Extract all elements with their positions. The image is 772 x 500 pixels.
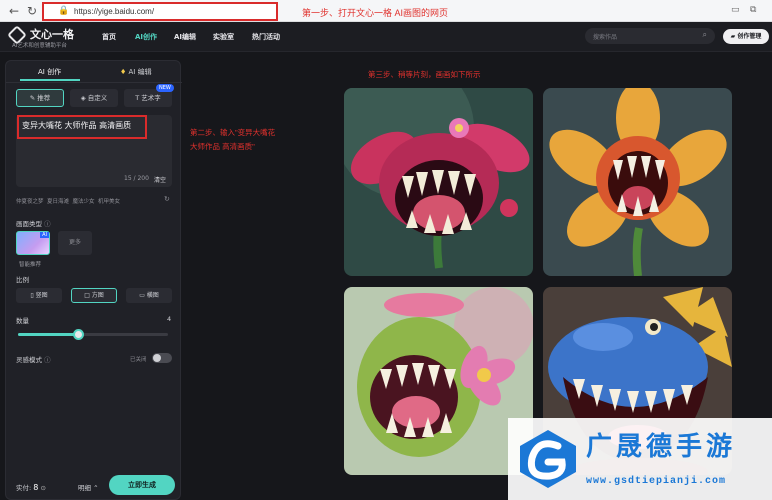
watermark-logo-icon <box>520 430 576 488</box>
chip[interactable]: 仲夏夜之梦 <box>16 199 44 205</box>
generated-image-3[interactable] <box>344 287 533 475</box>
ratio-landscape-button[interactable]: ▭ 横图 <box>126 288 172 303</box>
ratio-label: 比例 <box>16 276 29 284</box>
search-placeholder: 搜索作品 <box>593 34 618 41</box>
search-input[interactable]: 搜索作品 ⌕ <box>585 28 715 44</box>
site-watermark: 广晟德手游 www.gsdtiepianji.com <box>508 418 772 500</box>
monster-flower-yellow-illustration <box>543 88 732 276</box>
manage-button[interactable]: ▰ 创作管理 <box>723 29 769 44</box>
app-header: 文心一格 AI艺术和创意辅助平台 首页 AI创作 AI编辑 实验室 热门活动 搜… <box>0 22 772 52</box>
clear-button[interactable]: 清空 <box>154 175 166 184</box>
ratio-square-button[interactable]: □ 方图 <box>71 288 117 303</box>
style-selected-label: 智能推荐 <box>19 262 42 268</box>
quantity-value: 4 <box>167 315 172 323</box>
browser-toolbar: ← ↻ 🔒 https://yige.baidu.com/ 第一步、打开文心一格… <box>0 0 772 22</box>
chip[interactable]: 魔法少女 <box>73 199 95 205</box>
logo-name: 文心一格 <box>30 28 74 41</box>
landscape-icon: ▭ <box>139 292 147 299</box>
ratio-square-label: 方图 <box>91 292 104 299</box>
ratio-landscape-label: 横图 <box>146 292 159 299</box>
generate-button[interactable]: 立即生成 <box>109 475 175 495</box>
prompt-text: 变异大嘴花 大师作品 高清画质 <box>22 121 132 130</box>
mode-recommend-label: 推荐 <box>37 94 51 102</box>
annotation-step1: 第一步、打开文心一格 AI画图的网页 <box>302 8 449 18</box>
nav-home[interactable]: 首页 <box>102 32 116 42</box>
active-tab-indicator <box>20 79 80 81</box>
tab-ai-edit-label: AI 编辑 <box>128 68 152 76</box>
generated-image-1[interactable] <box>344 88 533 276</box>
new-badge: NEW <box>156 84 174 92</box>
chip[interactable]: 机甲美女 <box>98 199 120 205</box>
tab-ai-create[interactable]: AI 创作 <box>38 67 61 77</box>
inspiration-toggle[interactable] <box>152 353 172 363</box>
ratio-portrait-label: 竖图 <box>35 292 48 299</box>
lock-icon: 🔒 <box>58 6 70 16</box>
slider-handle[interactable] <box>73 329 84 340</box>
watermark-title: 广晟德手游 <box>586 432 737 462</box>
square-icon: □ <box>84 292 92 299</box>
search-icon: ⌕ <box>702 30 707 39</box>
monster-flower-green-illustration <box>344 287 533 475</box>
reader-mode-icon[interactable]: ▭ <box>731 5 740 15</box>
detail-link[interactable]: 明细 ⌃ <box>78 482 99 492</box>
ai-tag: AI <box>40 232 49 238</box>
mode-recommend-button[interactable]: ✎ 推荐 <box>16 89 64 107</box>
address-bar[interactable]: 🔒 https://yige.baidu.com/ <box>42 2 278 21</box>
quantity-label: 数量 <box>16 317 29 325</box>
suggestion-chips: 仲夏夜之梦 夏日海滩 魔法少女 机甲美女 <box>16 197 120 205</box>
manage-label: 创作管理 <box>737 33 762 40</box>
coin-icon: ⊙ <box>40 484 46 492</box>
annotation-step2-line1: 第二步、输入"变异大嘴花 <box>190 128 276 137</box>
info-icon: ⓘ <box>44 220 51 228</box>
annotation-step3: 第三步、稍等片刻，画画如下所示 <box>368 70 481 79</box>
monster-flower-pink-illustration <box>344 88 533 276</box>
style-label: 画面类型 ⓘ <box>16 220 51 228</box>
mode-art-text-label: 艺术字 <box>141 94 161 102</box>
cube-icon: ◈ <box>80 94 88 102</box>
quantity-slider[interactable] <box>18 329 168 340</box>
nav-lab[interactable]: 实验室 <box>213 32 234 42</box>
nav-ai-create[interactable]: AI创作 <box>135 32 157 42</box>
prompt-textarea[interactable]: 变异大嘴花 大师作品 高清画质 15 / 200 清空 <box>16 115 172 187</box>
edit-icon: ♦ <box>120 68 129 76</box>
tab-ai-edit[interactable]: ♦ AI 编辑 <box>120 67 152 77</box>
url-text: https://yige.baidu.com/ <box>74 7 155 16</box>
slider-fill <box>18 333 78 336</box>
inspiration-label: 灵感模式 ⓘ <box>16 356 51 364</box>
style-recommend-thumb[interactable]: AI <box>16 231 50 255</box>
nav-events[interactable]: 热门活动 <box>252 32 280 42</box>
toggle-knob <box>153 354 161 362</box>
chevron-up-icon: ⌃ <box>93 484 99 492</box>
inspiration-state: 已关闭 <box>130 357 147 363</box>
mode-custom-button[interactable]: ◈ 自定义 <box>70 89 118 107</box>
tab-divider <box>6 82 182 83</box>
info-icon: ⓘ <box>44 356 51 364</box>
credits: 实付: 8 ⊙ <box>16 483 46 492</box>
extensions-icon[interactable]: ⧉ <box>750 5 756 15</box>
annotation-step2-line2: 大师作品 高清画质" <box>190 142 255 151</box>
chip[interactable]: 夏日海滩 <box>47 199 69 205</box>
ratio-portrait-button[interactable]: ▯ 竖图 <box>16 288 62 303</box>
reload-icon[interactable]: ↻ <box>24 3 40 19</box>
nav-ai-edit[interactable]: AI编辑 <box>174 32 196 42</box>
style-more-button[interactable]: 更多 <box>58 231 92 255</box>
watermark-url: www.gsdtiepianji.com <box>586 476 727 487</box>
creation-panel: AI 创作 ♦ AI 编辑 ✎ 推荐 ◈ 自定义 T 艺术字 NEW 变异大嘴花… <box>5 60 182 500</box>
generated-image-2[interactable] <box>543 88 732 276</box>
back-arrow-icon[interactable]: ← <box>6 3 22 19</box>
annotation-step2: 第二步、输入"变异大嘴花 大师作品 高清画质" <box>190 126 275 154</box>
mode-custom-label: 自定义 <box>87 94 108 102</box>
logo-subtitle: AI艺术和创意辅助平台 <box>12 43 67 49</box>
char-count: 15 / 200 <box>124 175 149 182</box>
refresh-icon[interactable]: ↻ <box>164 195 170 203</box>
